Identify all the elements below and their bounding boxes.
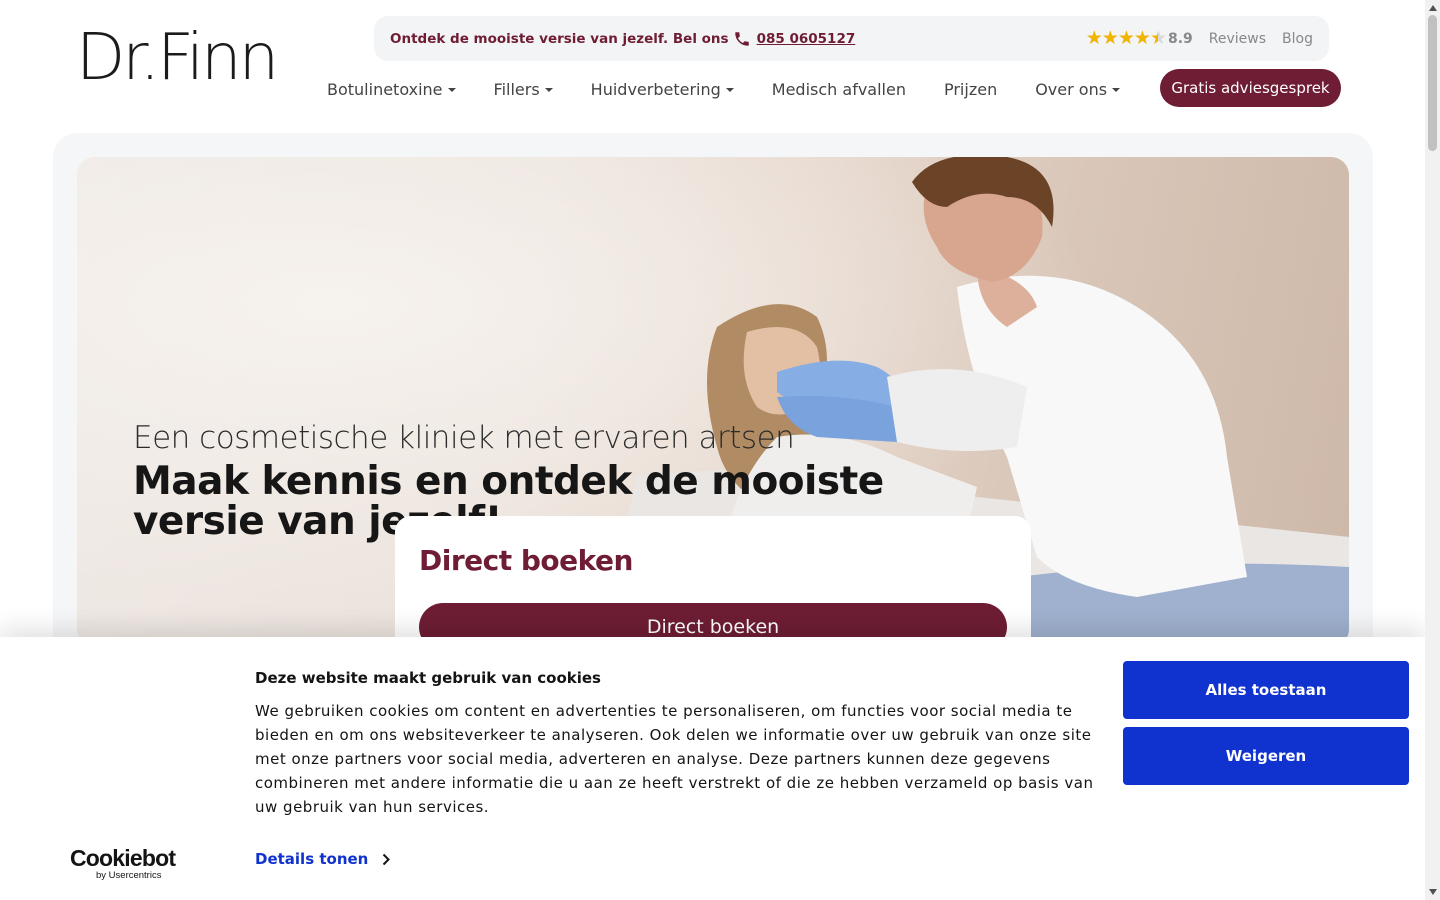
nav-item-medisch-afvallen[interactable]: Medisch afvallen: [772, 80, 906, 99]
nav-item-label: Botulinetoxine: [327, 79, 443, 99]
booking-heading: Direct boeken: [419, 544, 633, 577]
cookie-title: Deze website maakt gebruik van cookies: [255, 669, 601, 687]
rating-stars: ★ ★ ★ ★ ★: [1085, 28, 1167, 49]
accept-all-cookies-button[interactable]: Alles toestaan: [1123, 661, 1409, 719]
rating-block[interactable]: ★ ★ ★ ★ ★ 8.9: [1086, 29, 1193, 48]
nav-item-label: Over ons: [1035, 79, 1108, 99]
nav-item-label: Huidverbetering: [590, 79, 721, 99]
caret-down-icon: [725, 88, 734, 92]
phone-link[interactable]: 085 0605127: [757, 31, 856, 47]
reviews-link[interactable]: Reviews: [1209, 31, 1266, 47]
cookie-description: We gebruiken cookies om content en adver…: [255, 702, 1094, 816]
nav-item-huidverbetering[interactable]: Huidverbetering: [591, 80, 734, 99]
topbar-right: ★ ★ ★ ★ ★ 8.9 Reviews Blog: [1086, 29, 1313, 48]
caret-down-icon: [544, 88, 553, 92]
promo-text: Ontdek de mooiste versie van jezelf. Bel…: [390, 30, 729, 47]
nav-item-prijzen[interactable]: Prijzen: [944, 80, 997, 99]
top-bar: Ontdek de mooiste versie van jezelf. Bel…: [374, 16, 1329, 61]
nav-item-botulinetoxine[interactable]: Botulinetoxine: [327, 80, 456, 99]
star-icon: ★: [1085, 28, 1103, 49]
star-icon: ★: [1101, 28, 1119, 49]
hero-subtitle: Een cosmetische kliniek met ervaren arts…: [133, 420, 795, 456]
show-details-link[interactable]: Details tonen: [255, 850, 391, 868]
chevron-right-icon: [383, 853, 391, 865]
show-details-label: Details tonen: [255, 850, 369, 868]
main-nav: Botulinetoxine Fillers Huidverbetering M…: [327, 76, 1158, 102]
nav-item-over-ons[interactable]: Over ons: [1035, 79, 1121, 99]
cookie-banner: Cookiebot by Usercentrics Deze website m…: [0, 637, 1425, 900]
caret-down-icon: [447, 88, 456, 92]
reject-cookies-button[interactable]: Weigeren: [1123, 727, 1409, 785]
cookiebot-logo[interactable]: Cookiebot by Usercentrics: [70, 845, 176, 881]
scrollbar-thumb[interactable]: [1428, 15, 1437, 151]
nav-item-label: Prijzen: [943, 79, 998, 99]
rating-score: 8.9: [1167, 30, 1193, 47]
half-star-icon: ★: [1149, 28, 1167, 49]
star-icon: ★: [1133, 28, 1151, 49]
page-scrollbar[interactable]: [1425, 0, 1440, 900]
caret-down-icon: [1112, 88, 1121, 92]
star-icon: ★: [1117, 28, 1135, 49]
nav-item-label: Medisch afvallen: [771, 79, 906, 99]
nav-item-label: Fillers: [493, 79, 540, 99]
blog-link[interactable]: Blog: [1282, 31, 1313, 47]
scroll-down-arrow-icon[interactable]: [1428, 887, 1437, 897]
phone-icon: [733, 30, 751, 48]
logo[interactable]: Dr.Finn: [76, 26, 279, 90]
cookiebot-logo-text: Cookiebot: [70, 845, 176, 871]
free-consultation-button[interactable]: Gratis adviesgesprek: [1160, 69, 1341, 107]
nav-item-fillers[interactable]: Fillers: [494, 80, 553, 99]
scroll-up-arrow-icon[interactable]: [1428, 3, 1437, 13]
